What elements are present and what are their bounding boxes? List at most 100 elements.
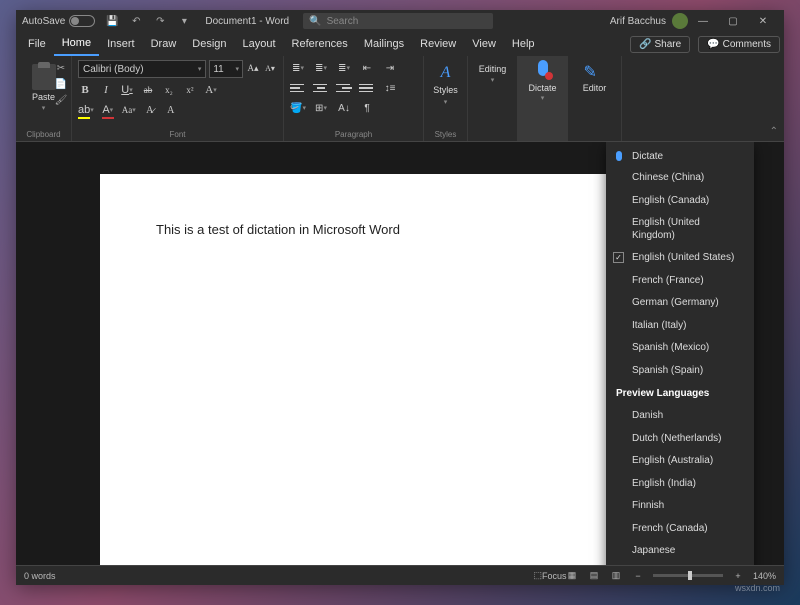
undo-icon[interactable]: ↶: [129, 14, 143, 28]
comments-button[interactable]: 💬Comments: [698, 36, 780, 53]
zoom-level[interactable]: 140%: [753, 571, 776, 581]
tab-help[interactable]: Help: [504, 32, 543, 56]
dictate-dropdown-menu: Dictate Chinese (China)English (Canada)E…: [606, 142, 754, 565]
underline-button[interactable]: U▾: [120, 82, 134, 98]
styles-group[interactable]: A Styles ▾ Styles: [424, 56, 468, 141]
editor-icon: ✎: [584, 62, 606, 84]
zoom-out-button[interactable]: −: [631, 569, 645, 583]
dictate-language-option[interactable]: English (Canada): [606, 190, 754, 213]
format-painter-icon[interactable]: 🖌: [55, 94, 67, 106]
cut-icon[interactable]: ✂: [55, 62, 67, 74]
align-left-button[interactable]: [290, 80, 306, 96]
increase-indent-button[interactable]: ⇥: [382, 60, 398, 76]
dictate-preview-language-option[interactable]: Japanese: [606, 540, 754, 563]
tab-layout[interactable]: Layout: [235, 32, 284, 56]
zoom-slider[interactable]: [653, 574, 723, 577]
dictate-language-option[interactable]: Chinese (China): [606, 167, 754, 190]
multilevel-button[interactable]: ≣▾: [336, 60, 352, 76]
autosave-toggle[interactable]: AutoSave: [22, 15, 95, 27]
dictate-language-option[interactable]: German (Germany): [606, 292, 754, 315]
character-shading-button[interactable]: A: [164, 102, 178, 118]
dictate-language-option[interactable]: French (France): [606, 270, 754, 293]
print-layout-button[interactable]: ▤: [587, 569, 601, 583]
dictate-preview-language-option[interactable]: French (Canada): [606, 518, 754, 541]
redo-icon[interactable]: ↷: [153, 14, 167, 28]
search-input[interactable]: 🔍 Search: [303, 13, 493, 29]
justify-button[interactable]: [359, 80, 375, 96]
text-effects-button[interactable]: A▾: [204, 82, 218, 98]
focus-mode-button[interactable]: ⬚ Focus: [543, 569, 557, 583]
font-color-button[interactable]: A▾: [101, 102, 115, 118]
show-marks-button[interactable]: ¶: [359, 100, 375, 116]
editor-button[interactable]: ✎ Editor: [568, 56, 622, 141]
collapse-ribbon-button[interactable]: ⌃: [770, 126, 778, 137]
microphone-icon: [533, 60, 553, 84]
dictate-preview-language-option[interactable]: Dutch (Netherlands): [606, 428, 754, 451]
user-account[interactable]: Arif Bacchus: [610, 13, 688, 29]
word-count[interactable]: 0 words: [24, 571, 56, 581]
dictate-language-option[interactable]: Spanish (Spain): [606, 360, 754, 383]
clipboard-group: Paste ▾ ✂ 📄 🖌 Clipboard: [16, 56, 72, 141]
maximize-button[interactable]: ▢: [718, 10, 748, 32]
search-placeholder: Search: [327, 16, 359, 27]
tab-mailings[interactable]: Mailings: [356, 32, 412, 56]
shrink-font-button[interactable]: A▾: [263, 60, 277, 76]
editing-group[interactable]: Editing▾: [468, 56, 518, 141]
font-size-dropdown[interactable]: 11▾: [209, 60, 243, 78]
borders-button[interactable]: ⊞▾: [313, 100, 329, 116]
minimize-button[interactable]: —: [688, 10, 718, 32]
subscript-button[interactable]: x₂: [162, 82, 176, 98]
align-center-button[interactable]: [313, 80, 329, 96]
dictate-language-option[interactable]: Italian (Italy): [606, 315, 754, 338]
save-icon[interactable]: 💾: [105, 14, 119, 28]
tab-review[interactable]: Review: [412, 32, 464, 56]
bullets-button[interactable]: ≣▾: [290, 60, 306, 76]
grow-font-button[interactable]: A▴: [246, 60, 260, 76]
read-mode-button[interactable]: ▦: [565, 569, 579, 583]
dictate-menu-header[interactable]: Dictate: [606, 146, 754, 167]
dictate-preview-language-option[interactable]: English (India): [606, 473, 754, 496]
change-case-button[interactable]: Aa▾: [122, 102, 136, 118]
qat-more-icon[interactable]: ▾: [177, 14, 191, 28]
clear-formatting-button[interactable]: A̷: [143, 102, 157, 118]
ribbon: Paste ▾ ✂ 📄 🖌 Clipboard Calibri (Body)▾ …: [16, 56, 784, 142]
highlight-button[interactable]: ab▾: [78, 102, 94, 118]
dictate-preview-language-option[interactable]: Norwegian (Bokmål): [606, 563, 754, 566]
sort-button[interactable]: A↓: [336, 100, 352, 116]
strikethrough-button[interactable]: ab: [141, 82, 155, 98]
paragraph-label: Paragraph: [284, 130, 423, 139]
dictate-language-option[interactable]: Spanish (Mexico): [606, 337, 754, 360]
dictate-language-option[interactable]: English (United Kingdom): [606, 212, 754, 247]
web-layout-button[interactable]: ▥: [609, 569, 623, 583]
tab-insert[interactable]: Insert: [99, 32, 143, 56]
tab-design[interactable]: Design: [184, 32, 234, 56]
superscript-button[interactable]: x²: [183, 82, 197, 98]
document-canvas[interactable]: This is a test of dictation in Microsoft…: [16, 142, 784, 565]
share-button[interactable]: 🔗Share: [630, 36, 690, 53]
font-name-dropdown[interactable]: Calibri (Body)▾: [78, 60, 206, 78]
decrease-indent-button[interactable]: ⇤: [359, 60, 375, 76]
numbering-button[interactable]: ≣▾: [313, 60, 329, 76]
tab-references[interactable]: References: [284, 32, 356, 56]
copy-icon[interactable]: 📄: [55, 78, 67, 90]
tab-view[interactable]: View: [464, 32, 504, 56]
paragraph-group: ≣▾ ≣▾ ≣▾ ⇤ ⇥ ↕≡ 🪣▾ ⊞▾ A↓ ¶ Paragraph: [284, 56, 424, 141]
shading-button[interactable]: 🪣▾: [290, 100, 306, 116]
line-spacing-button[interactable]: ↕≡: [382, 80, 398, 96]
zoom-in-button[interactable]: +: [731, 569, 745, 583]
tab-file[interactable]: File: [20, 32, 54, 56]
dictate-button[interactable]: Dictate ▾: [518, 56, 568, 141]
dictate-preview-language-option[interactable]: Finnish: [606, 495, 754, 518]
chevron-down-icon: ▾: [235, 65, 239, 73]
toggle-icon: [69, 15, 95, 27]
tab-home[interactable]: Home: [54, 32, 99, 56]
dictate-preview-language-option[interactable]: Danish: [606, 405, 754, 428]
tab-draw[interactable]: Draw: [143, 32, 185, 56]
close-button[interactable]: ✕: [748, 10, 778, 32]
dictate-language-option[interactable]: English (United States)✓: [606, 247, 754, 270]
dictate-preview-language-option[interactable]: English (Australia): [606, 450, 754, 473]
paste-icon: [32, 64, 56, 90]
italic-button[interactable]: I: [99, 82, 113, 98]
align-right-button[interactable]: [336, 80, 352, 96]
bold-button[interactable]: B: [78, 82, 92, 98]
